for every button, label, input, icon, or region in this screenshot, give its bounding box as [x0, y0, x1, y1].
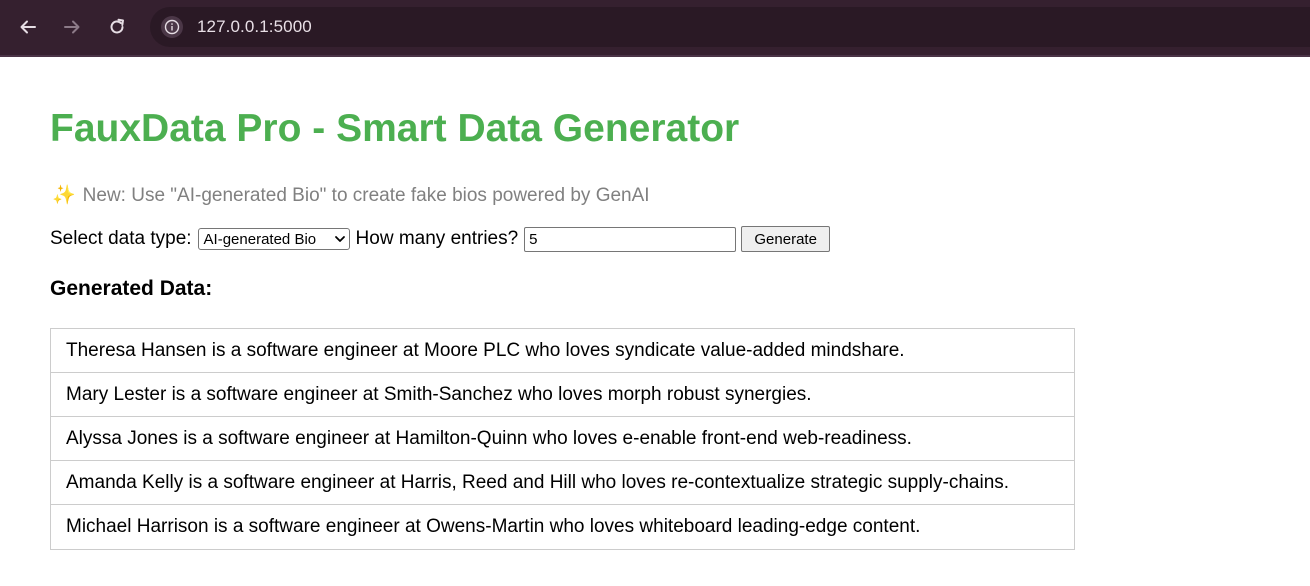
- entry-count-input[interactable]: [524, 226, 737, 252]
- generate-button[interactable]: Generate: [741, 226, 831, 252]
- reload-icon: [110, 18, 124, 34]
- data-type-label: Select data type:: [50, 228, 192, 249]
- results-list: Theresa Hansen is a software engineer at…: [50, 328, 1075, 550]
- url-text[interactable]: 127.0.0.1:5000: [197, 17, 312, 37]
- site-info-icon[interactable]: [161, 16, 183, 38]
- address-bar[interactable]: [150, 7, 1310, 47]
- results-heading: Generated Data:: [50, 277, 213, 300]
- result-item: Michael Harrison is a software engineer …: [66, 516, 921, 537]
- generator-form: Select data type: AI-generated Bio How m…: [50, 226, 831, 252]
- reload-button[interactable]: [102, 12, 132, 42]
- chevron-down-icon: [334, 233, 346, 245]
- data-type-selected: AI-generated Bio: [203, 230, 317, 248]
- arrow-right-icon: [64, 20, 80, 34]
- result-item: Theresa Hansen is a software engineer at…: [51, 329, 1074, 373]
- entry-count-label: How many entries?: [355, 228, 519, 249]
- data-type-select[interactable]: AI-generated Bio: [197, 228, 350, 250]
- arrow-left-icon: [20, 20, 36, 34]
- result-item: Alyssa Jones is a software engineer at H…: [51, 417, 1074, 461]
- result-item: Mary Lester is a software engineer at Sm…: [51, 373, 1074, 417]
- notice-text: New: Use "AI-generated Bio" to create fa…: [82, 185, 650, 206]
- page-title: FauxData Pro - Smart Data Generator: [50, 107, 740, 150]
- forward-button[interactable]: [57, 12, 87, 42]
- new-feature-notice: ✨ New: Use "AI-generated Bio" to create f…: [52, 183, 650, 207]
- result-item: Amanda Kelly is a software engineer at H…: [51, 461, 1074, 505]
- browser-toolbar: 127.0.0.1:5000: [0, 0, 1310, 57]
- sparkles-icon: ✨: [52, 185, 76, 206]
- back-button[interactable]: [13, 12, 43, 42]
